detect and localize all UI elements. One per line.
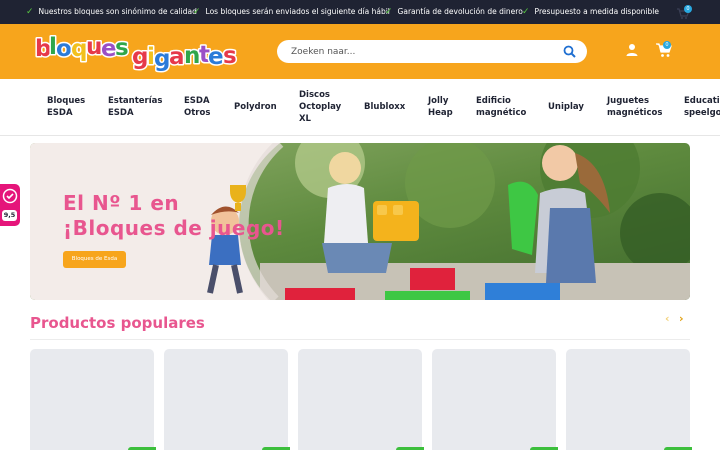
search-icon[interactable]	[562, 44, 578, 60]
search-input[interactable]	[291, 44, 551, 59]
user-icon[interactable]	[624, 42, 640, 58]
svg-text:g: g	[154, 46, 170, 72]
usp-item: ✓ Nuestros bloques son sinónimo de calida…	[26, 6, 197, 18]
usp-text: Garantía de devolución de dinero	[397, 7, 523, 16]
nav-item-estanterias-esda[interactable]: Estanterías ESDA	[108, 95, 162, 119]
usp-item: ✓ Garantía de devolución de dinero	[385, 6, 523, 18]
usp-item: ✓ Presupuesto a medida disponible	[522, 6, 659, 18]
nav-item-uniplay[interactable]: Uniplay	[548, 101, 584, 113]
nav-item-bloques-esda[interactable]: Bloques ESDA	[47, 95, 85, 119]
nav-item-esda-otros[interactable]: ESDA Otros	[184, 95, 210, 119]
nav-item-edificio-magnetico[interactable]: Edificio magnético	[476, 95, 526, 119]
svg-text:s: s	[223, 43, 237, 69]
product-card[interactable]	[30, 349, 156, 450]
svg-text:e: e	[208, 44, 224, 70]
rating-badge-icon	[2, 188, 18, 204]
rating-widget[interactable]: 9,5	[0, 184, 20, 226]
svg-text:s: s	[115, 35, 129, 61]
usp-bar: ✓ Nuestros bloques son sinónimo de calida…	[0, 0, 720, 24]
nav-item-juguetes-magneticos[interactable]: Juguetes magnéticos	[607, 95, 662, 119]
usp-text: Nuestros bloques son sinónimo de calidad	[38, 7, 197, 16]
product-card[interactable]	[566, 349, 692, 450]
svg-text:n: n	[184, 43, 200, 69]
site-logo[interactable]: b l o q u e s g i g a n t e s	[33, 28, 241, 74]
product-card[interactable]	[164, 349, 290, 450]
check-icon: ✓	[385, 7, 393, 17]
rating-score: 9,5	[2, 210, 17, 221]
nav-item-discos-octoplay[interactable]: Discos Octoplay XL	[299, 89, 341, 125]
nav-item-polydron[interactable]: Polydron	[234, 101, 277, 113]
usp-text: Los bloques serán enviados el siguiente …	[205, 7, 390, 16]
svg-text:o: o	[56, 36, 72, 62]
usp-text: Presupuesto a medida disponible	[534, 7, 659, 16]
check-icon: ✓	[26, 7, 34, 17]
carousel-prev-icon[interactable]: ‹	[665, 312, 670, 325]
product-card[interactable]	[432, 349, 558, 450]
svg-text:u: u	[86, 34, 102, 60]
svg-text:g: g	[132, 44, 148, 70]
carousel-next-icon[interactable]: ›	[679, 312, 684, 325]
product-card[interactable]	[298, 349, 424, 450]
usp-item: ✓ Los bloques serán enviados el siguiente…	[193, 6, 390, 18]
nav-item-jolly-heap[interactable]: Jolly Heap	[428, 95, 453, 119]
search-bar	[277, 40, 587, 63]
main-navigation: Bloques ESDA Estanterías ESDA ESDA Otros…	[0, 79, 720, 136]
hero-cta-button[interactable]: Bloques de Esda	[63, 251, 126, 268]
cart-count-badge: 0	[684, 5, 692, 13]
svg-text:a: a	[169, 44, 185, 70]
nav-item-blubloxx[interactable]: Blubloxx	[364, 101, 405, 113]
nav-item-educational[interactable]: Educatio speelgoe	[684, 95, 720, 119]
cart-count-badge: 0	[663, 41, 671, 49]
hero-banner[interactable]: El Nº 1 en ¡Bloques de juego! Bloques de…	[30, 143, 690, 300]
check-icon: ✓	[522, 7, 530, 17]
section-title: Productos populares	[30, 314, 205, 332]
svg-text:q: q	[71, 36, 87, 62]
check-icon: ✓	[193, 7, 201, 17]
divider	[30, 339, 690, 340]
hero-title: El Nº 1 en ¡Bloques de juego!	[63, 191, 285, 240]
